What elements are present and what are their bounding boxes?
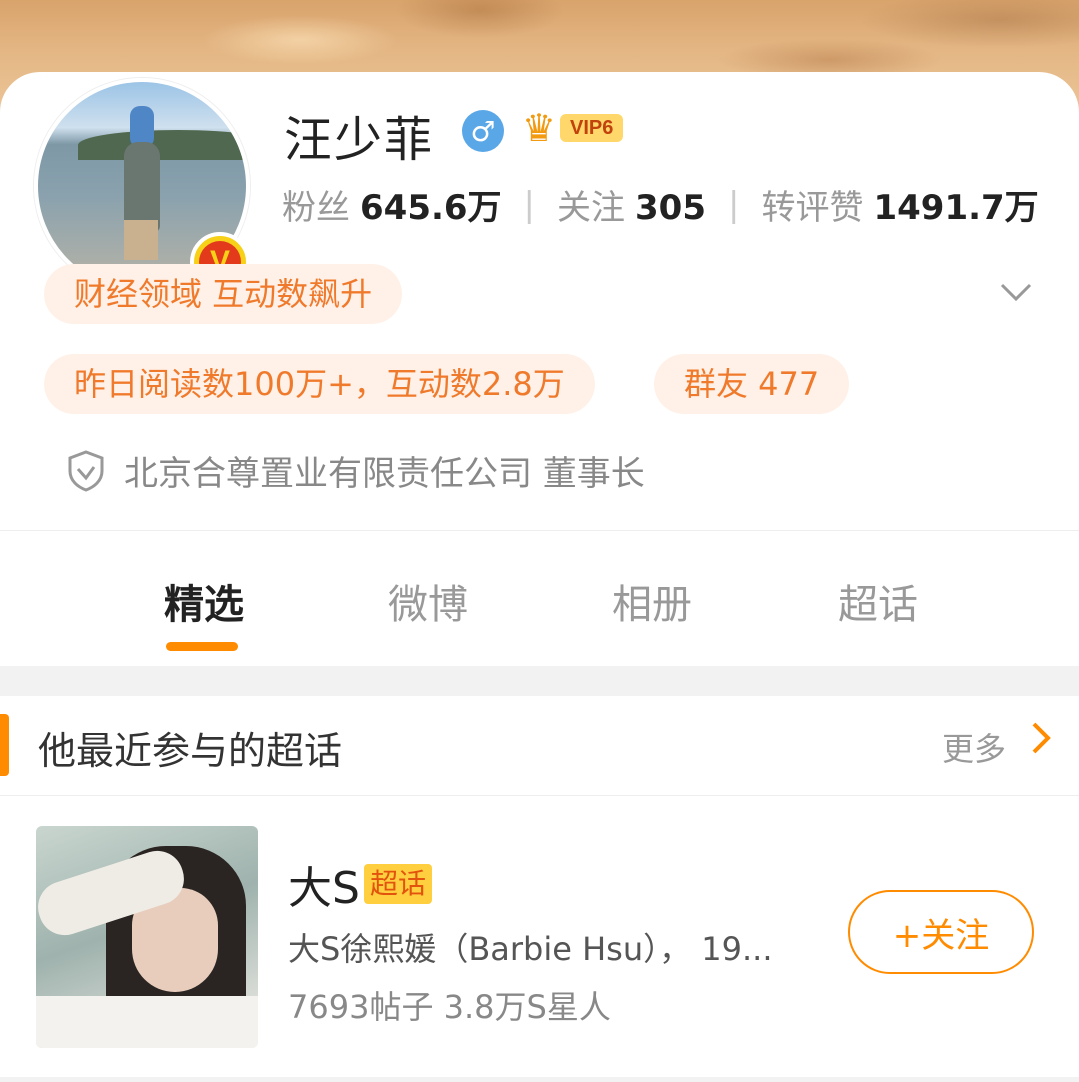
supertopic-meta: 7693帖子 3.8万S星人 (288, 988, 611, 1026)
stat-reposts-label: 转评赞 (761, 188, 864, 228)
avatar-photo-mountain (78, 130, 246, 160)
divider (0, 530, 1079, 531)
stat-fans[interactable]: 粉丝 645.6万 (282, 180, 502, 229)
chevron-right-icon[interactable] (1030, 718, 1052, 768)
stat-separator: | (523, 184, 536, 225)
stat-following-label: 关注 (557, 188, 626, 228)
profile-name: 汪少菲 (284, 112, 435, 168)
stat-separator: | (728, 184, 740, 225)
company-info: 北京合尊置业有限责任公司 董事长 (66, 446, 645, 495)
tab-active-indicator (166, 642, 238, 651)
tag-domain[interactable]: 财经领域 互动数飙升 (44, 264, 403, 324)
shield-icon (68, 449, 104, 492)
supertopic-thumbnail[interactable] (36, 826, 258, 1048)
supertopic-item[interactable]: 大S 超话 大S徐熙媛（Barbie Hsu）， 19... 7693帖子 3.… (0, 808, 1079, 1078)
chevron-down-icon[interactable] (996, 272, 1036, 312)
avatar-photo-person (124, 142, 160, 232)
stat-reposts-value: 1491.7万 (873, 188, 1039, 228)
thumbnail-shirt (36, 996, 258, 1048)
profile-tabs: 精选 微博 相册 超话 (0, 560, 1079, 670)
bottom-divider (0, 1077, 1079, 1082)
stat-following-value: 305 (635, 188, 706, 228)
supertopic-description: 大S徐熙媛（Barbie Hsu）， 19... (288, 930, 773, 968)
profile-stats: 粉丝 645.6万 | 关注 305 | 转评赞 1491.7万 (282, 180, 1039, 229)
company-text: 北京合尊置业有限责任公司 董事长 (124, 454, 645, 494)
vip-label: VIP6 (560, 114, 624, 142)
section-title: 他最近参与的超话 (38, 729, 343, 773)
male-icon: ♂ (462, 110, 504, 152)
tag-group[interactable]: 群友 477 (654, 354, 850, 414)
supertopic-name: 大S (288, 863, 360, 914)
tab-featured[interactable]: 精选 (164, 572, 244, 630)
avatar-photo-legs (124, 220, 158, 260)
section-header: 他最近参与的超话 更多 (0, 696, 1079, 796)
stat-fans-value: 645.6万 (360, 188, 502, 228)
vip-badge[interactable]: ♛ VIP6 (522, 108, 624, 148)
follow-button[interactable]: +关注 (848, 890, 1034, 974)
more-link[interactable]: 更多 (942, 724, 1006, 770)
stat-reposts[interactable]: 转评赞 1491.7万 (761, 180, 1038, 229)
supertopic-name-row: 大S 超话 (288, 852, 432, 916)
tab-album[interactable]: 相册 (612, 572, 692, 630)
tag-reads[interactable]: 昨日阅读数100万+，互动数2.8万 (44, 354, 595, 414)
stat-fans-label: 粉丝 (282, 188, 350, 228)
tab-supertopic[interactable]: 超话 (838, 572, 918, 630)
tab-weibo[interactable]: 微博 (388, 572, 468, 630)
section-accent-bar (0, 714, 9, 776)
stat-following[interactable]: 关注 305 (557, 180, 706, 229)
section-gap (0, 666, 1079, 696)
supertopic-badge: 超话 (363, 864, 432, 904)
